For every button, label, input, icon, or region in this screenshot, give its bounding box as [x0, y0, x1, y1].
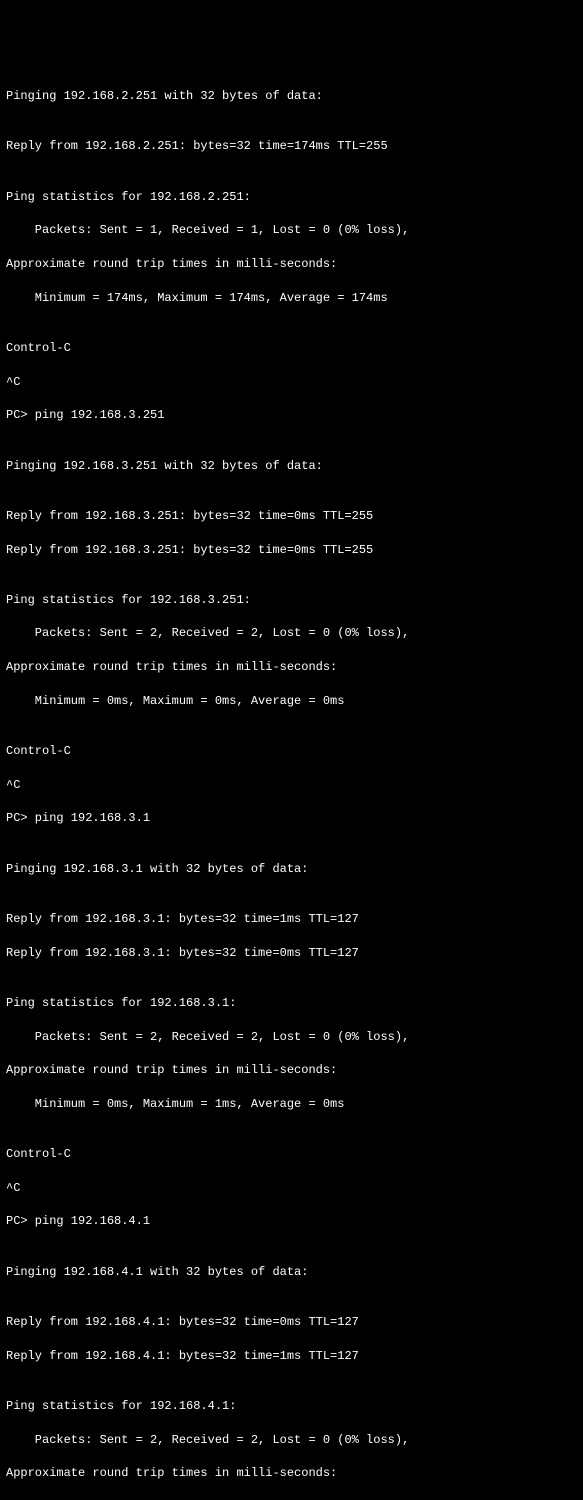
terminal-line: Approximate round trip times in milli-se…: [6, 659, 583, 676]
terminal-line: Control-C: [6, 340, 583, 357]
terminal-line: Packets: Sent = 2, Received = 2, Lost = …: [6, 625, 583, 642]
terminal-line: Control-C: [6, 1146, 583, 1163]
terminal-line: ^C: [6, 374, 583, 391]
terminal-line: Reply from 192.168.4.1: bytes=32 time=0m…: [6, 1314, 583, 1331]
terminal-line: Ping statistics for 192.168.4.1:: [6, 1398, 583, 1415]
terminal-line: Packets: Sent = 2, Received = 2, Lost = …: [6, 1029, 583, 1046]
terminal-line: Ping statistics for 192.168.3.251:: [6, 592, 583, 609]
terminal-line: Reply from 192.168.3.251: bytes=32 time=…: [6, 508, 583, 525]
terminal-line: Ping statistics for 192.168.3.1:: [6, 995, 583, 1012]
terminal-line: Pinging 192.168.2.251 with 32 bytes of d…: [6, 88, 583, 105]
terminal-line: Minimum = 0ms, Maximum = 1ms, Average = …: [6, 1499, 583, 1500]
terminal-line: Approximate round trip times in milli-se…: [6, 256, 583, 273]
terminal-line: Control-C: [6, 743, 583, 760]
terminal-line: PC> ping 192.168.4.1: [6, 1213, 583, 1230]
terminal-line: Minimum = 0ms, Maximum = 1ms, Average = …: [6, 1096, 583, 1113]
terminal-line: Ping statistics for 192.168.2.251:: [6, 189, 583, 206]
terminal-line: Approximate round trip times in milli-se…: [6, 1465, 583, 1482]
terminal-line: ^C: [6, 1180, 583, 1197]
terminal-line: Reply from 192.168.3.251: bytes=32 time=…: [6, 542, 583, 559]
terminal-line: Minimum = 0ms, Maximum = 0ms, Average = …: [6, 693, 583, 710]
terminal-line: Reply from 192.168.3.1: bytes=32 time=0m…: [6, 945, 583, 962]
terminal-line: Packets: Sent = 2, Received = 2, Lost = …: [6, 1432, 583, 1449]
terminal-line: PC> ping 192.168.3.1: [6, 810, 583, 827]
terminal-line: ^C: [6, 777, 583, 794]
terminal-line: Minimum = 174ms, Maximum = 174ms, Averag…: [6, 290, 583, 307]
terminal-line: Reply from 192.168.3.1: bytes=32 time=1m…: [6, 911, 583, 928]
terminal-line: Reply from 192.168.2.251: bytes=32 time=…: [6, 138, 583, 155]
terminal-line: Pinging 192.168.4.1 with 32 bytes of dat…: [6, 1264, 583, 1281]
terminal-line: Packets: Sent = 1, Received = 1, Lost = …: [6, 222, 583, 239]
terminal-line: Pinging 192.168.3.251 with 32 bytes of d…: [6, 458, 583, 475]
terminal-line: Approximate round trip times in milli-se…: [6, 1062, 583, 1079]
terminal-line: PC> ping 192.168.3.251: [6, 407, 583, 424]
terminal-output[interactable]: Pinging 192.168.2.251 with 32 bytes of d…: [6, 71, 583, 1500]
terminal-line: Reply from 192.168.4.1: bytes=32 time=1m…: [6, 1348, 583, 1365]
terminal-line: Pinging 192.168.3.1 with 32 bytes of dat…: [6, 861, 583, 878]
